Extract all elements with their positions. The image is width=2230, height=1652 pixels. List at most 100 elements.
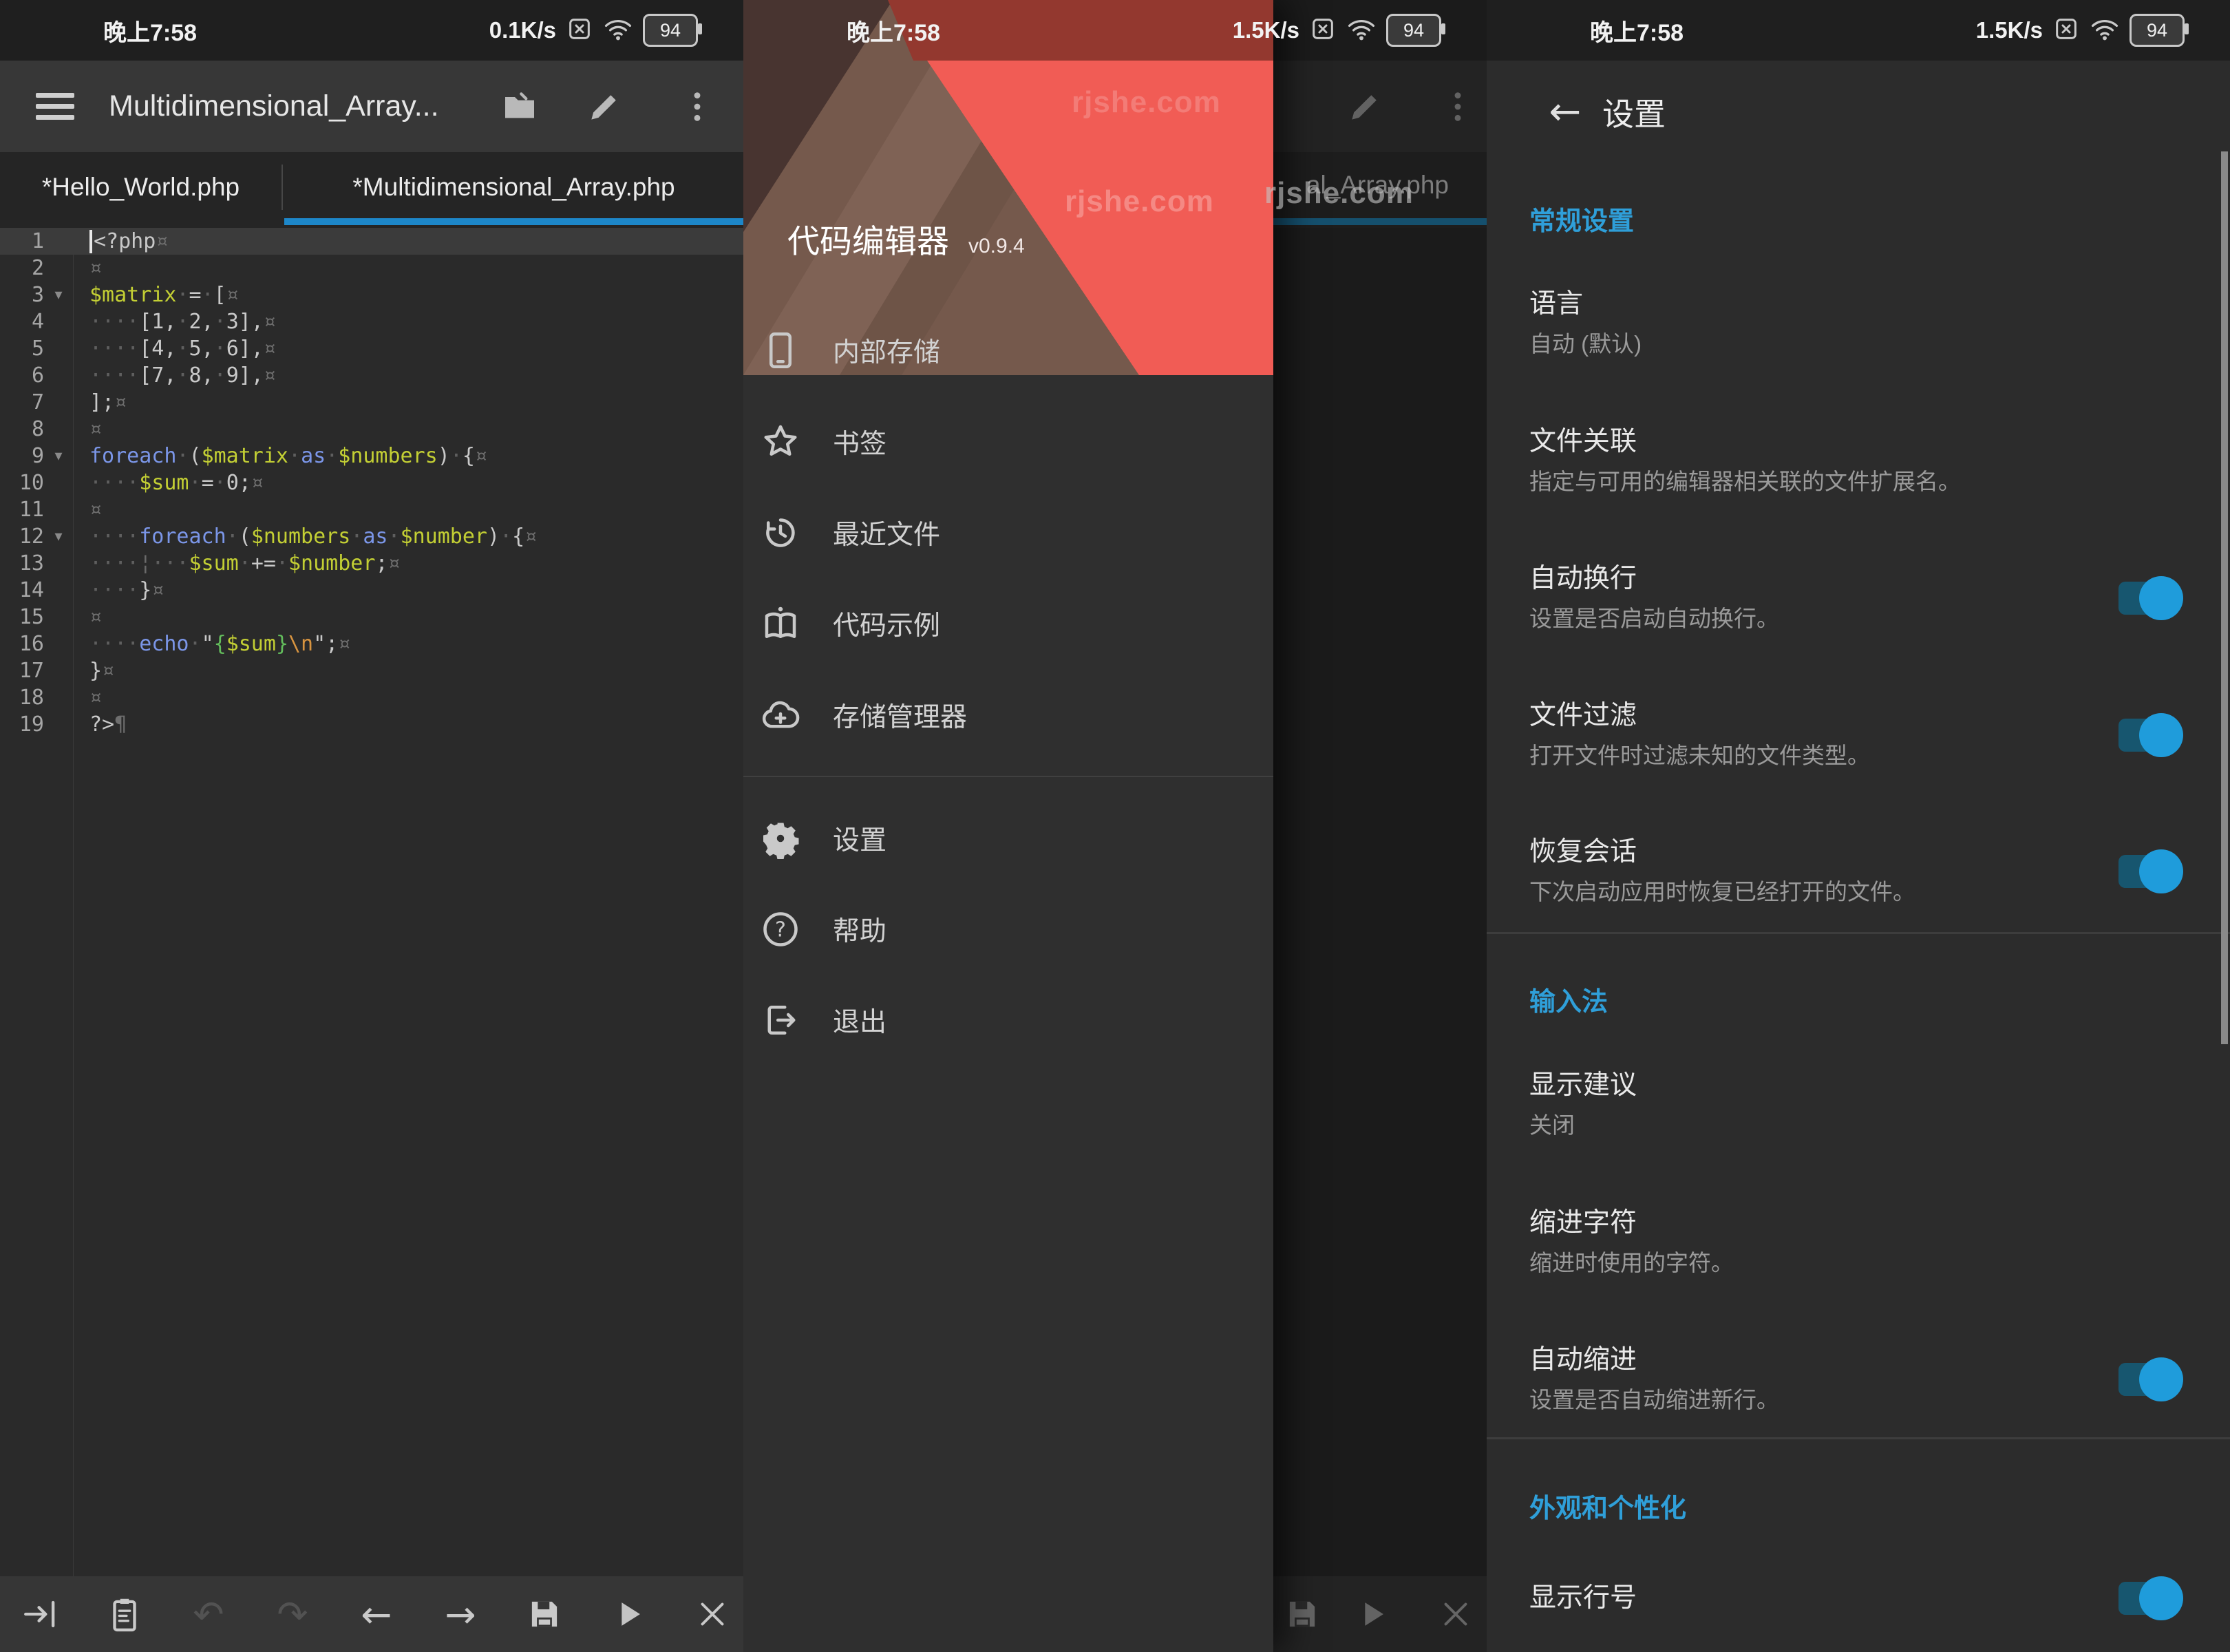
code-line[interactable]: 3▾$matrix·=·[¤ [0, 282, 743, 308]
status-time: 晚上7:58 [847, 0, 940, 61]
status-network-speed: 1.5K/s [1976, 17, 2043, 43]
code-line[interactable]: 15¤ [0, 604, 743, 631]
fold-marker-icon[interactable]: ▾ [44, 286, 73, 304]
code-line[interactable]: 14 ····}¤ [0, 577, 743, 604]
settings-item[interactable]: 文件过滤打开文件时过滤未知的文件类型。 [1529, 698, 2183, 772]
line-number: 17 [0, 659, 44, 683]
line-number: 4 [0, 310, 44, 334]
code-text: <?php¤ [73, 229, 168, 254]
settings-item[interactable]: 恢复会话下次启动应用时恢复已经打开的文件。 [1529, 834, 2183, 909]
status-network-speed: 0.1K/s [489, 17, 556, 43]
code-line[interactable]: 16····echo·"{$sum}\n";¤ [0, 631, 743, 657]
divider [1487, 932, 2230, 934]
code-line[interactable]: 7];¤ [0, 389, 743, 416]
watermark: rjshe.com [1264, 176, 1414, 211]
drawer-item[interactable]: 书签 [743, 400, 1273, 484]
toggle-switch-on[interactable] [2116, 1357, 2183, 1402]
settings-item[interactable]: 语言自动 (默认) [1529, 286, 2183, 361]
tab-hello-world[interactable]: *Hello_World.php [0, 152, 282, 222]
drawer-item[interactable]: 代码示例 [743, 582, 1273, 666]
folder-icon[interactable] [489, 76, 551, 138]
line-number: 14 [0, 578, 44, 602]
code-text: ····¦···$sum·+=·$number;¤ [73, 551, 401, 575]
settings-item-title: 语言 [1529, 286, 2183, 322]
dimmed-bottom-toolbar [1273, 1576, 1487, 1652]
arrow-left-icon[interactable]: ← [346, 1583, 407, 1645]
settings-item[interactable]: 显示建议关闭 [1529, 1068, 2183, 1142]
fold-marker-icon[interactable]: ▾ [44, 447, 73, 465]
settings-item[interactable]: 自动换行设置是否启动自动换行。 [1529, 561, 2183, 635]
save-icon[interactable] [513, 1583, 575, 1645]
paste-icon[interactable] [94, 1583, 156, 1645]
code-text: foreach·($matrix·as·$numbers)·{¤ [73, 444, 487, 468]
close-icon[interactable] [681, 1583, 743, 1645]
divider [1487, 1437, 2230, 1439]
overflow-icon[interactable] [666, 76, 728, 138]
settings-item-subtitle: 设置是否自动缩进新行。 [1529, 1384, 2116, 1417]
settings-item[interactable]: 自动缩进设置是否自动缩进新行。 [1529, 1342, 2183, 1417]
menu-icon[interactable] [36, 87, 74, 125]
code-line[interactable]: 19?>¶ [0, 711, 743, 738]
code-line[interactable]: 8¤ [0, 416, 743, 443]
settings-item[interactable]: 文件关联指定与可用的编辑器相关联的文件扩展名。 [1529, 424, 2183, 498]
arrow-right-icon[interactable]: → [429, 1583, 491, 1645]
code-line[interactable]: 17}¤ [0, 657, 743, 684]
toggle-switch-on[interactable] [2116, 1576, 2183, 1621]
line-number: 18 [0, 686, 44, 710]
drawer-item-label: 内部存储 [833, 331, 940, 370]
code-line[interactable]: 18¤ [0, 684, 743, 711]
undo-icon[interactable]: ↶ [178, 1583, 240, 1645]
drawer-item-label: 最近文件 [833, 513, 940, 552]
code-line[interactable]: 10····$sum·=·0;¤ [0, 469, 743, 496]
scrollbar[interactable] [2221, 151, 2228, 1044]
code-line[interactable]: 13····¦···$sum·+=·$number;¤ [0, 550, 743, 577]
code-line[interactable]: 9▾foreach·($matrix·as·$numbers)·{¤ [0, 443, 743, 469]
toggle-switch-on[interactable] [2116, 712, 2183, 758]
code-text: ····}¤ [73, 578, 164, 602]
code-line[interactable]: 12▾····foreach·($numbers·as·$number)·{¤ [0, 523, 743, 550]
editor-bottom-toolbar: ↶ ↷ ← → [0, 1576, 743, 1652]
drawer-item[interactable]: ?帮助 [743, 887, 1273, 971]
code-line[interactable]: 5····[4,·5,·6],¤ [0, 335, 743, 362]
toggle-switch-on[interactable] [2116, 575, 2183, 621]
code-line[interactable]: 6····[7,·8,·9],¤ [0, 362, 743, 389]
watermark: rjshe.com [1072, 85, 1221, 120]
tab-bar: *Hello_World.php *Multidimensional_Array… [0, 152, 743, 228]
tab-forward-icon[interactable] [10, 1583, 72, 1645]
drawer-item-label: 代码示例 [833, 604, 940, 643]
line-number: 3 [0, 283, 44, 307]
drawer-item[interactable]: 最近文件 [743, 491, 1273, 575]
battery-icon: 94 [643, 14, 698, 47]
dimmed-run-icon [1341, 1583, 1403, 1645]
drawer-item-label: 退出 [833, 1001, 886, 1039]
back-arrow-icon[interactable]: ← [1532, 78, 1598, 145]
fold-marker-icon[interactable]: ▾ [44, 528, 73, 545]
code-editor-area[interactable]: 1<?php¤2¤3▾$matrix·=·[¤4 ····[1,·2,·3],¤5… [0, 228, 743, 1576]
code-line[interactable]: 2¤ [0, 255, 743, 282]
no-sim-icon [566, 15, 593, 46]
drawer-item[interactable]: 退出 [743, 978, 1273, 1062]
code-line[interactable]: 4 ····[1,·2,·3],¤ [0, 308, 743, 335]
settings-item[interactable]: 显示行号 [1529, 1576, 2183, 1621]
drawer-item[interactable]: 设置 [743, 796, 1273, 880]
settings-item-title: 显示行号 [1529, 1580, 2116, 1616]
settings-item-subtitle: 自动 (默认) [1529, 328, 2183, 361]
line-number: 12 [0, 525, 44, 549]
code-line[interactable]: 11¤ [0, 496, 743, 523]
redo-icon[interactable]: ↷ [262, 1583, 323, 1645]
code-text: ····echo·"{$sum}\n";¤ [73, 632, 350, 656]
settings-item[interactable]: 缩进字符缩进时使用的字符。 [1529, 1205, 2183, 1280]
pencil-icon[interactable] [573, 76, 635, 138]
wifi-icon [2090, 14, 2120, 47]
code-text: ····[1,·2,·3],¤ [73, 310, 276, 334]
tab-divider [282, 165, 283, 210]
code-line[interactable]: 1<?php¤ [0, 228, 743, 255]
run-icon[interactable] [597, 1583, 659, 1645]
toggle-switch-on[interactable] [2116, 849, 2183, 894]
drawer-divider [743, 776, 1273, 777]
status-bar: 晚上7:58 0.1K/s 94 [0, 0, 743, 61]
tab-multidimensional-array[interactable]: *Multidimensional_Array.php [284, 152, 743, 222]
drawer-item[interactable]: 内部存储 [743, 308, 1273, 392]
drawer-item[interactable]: 存储管理器 [743, 673, 1273, 757]
phone-icon [760, 330, 801, 371]
